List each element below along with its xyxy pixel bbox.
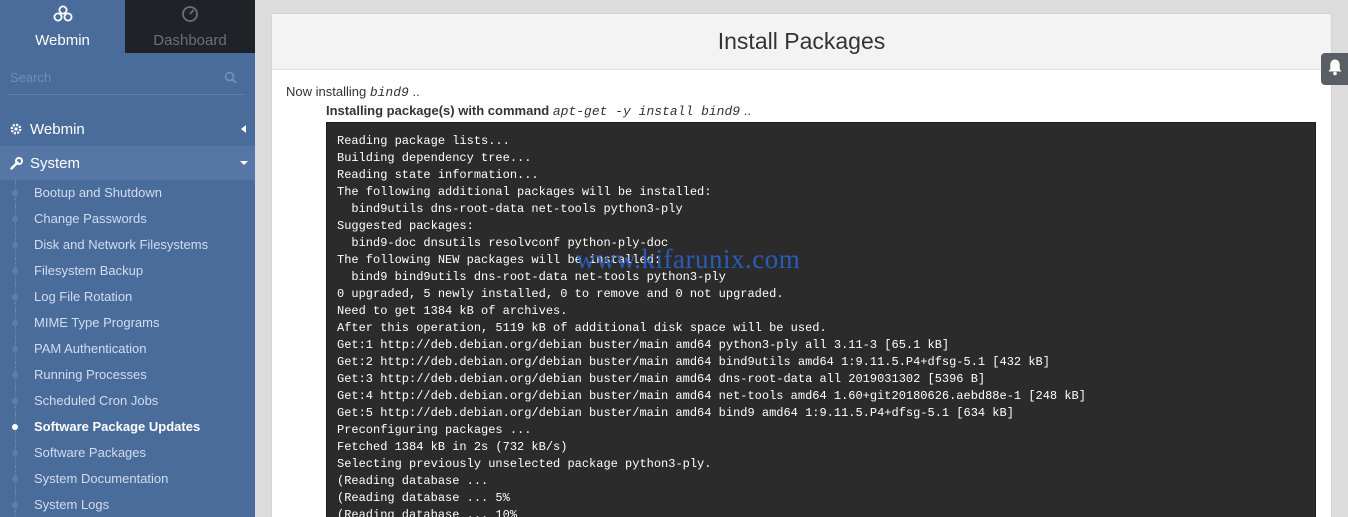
webmin-logo-icon (53, 5, 73, 27)
sidebar-item-filesystem-backup[interactable]: Filesystem Backup (0, 258, 255, 284)
sidebar-item-label: Filesystem Backup (34, 263, 144, 278)
sidebar-section-system[interactable]: System (0, 146, 255, 180)
sidebar-item-disk-and-network-filesystems[interactable]: Disk and Network Filesystems (0, 232, 255, 258)
sidebar-item-label: System Documentation (34, 471, 169, 486)
bullet-icon (12, 268, 18, 274)
sidebar-section-system-label: System (30, 154, 81, 172)
bullet-icon (12, 424, 18, 430)
sidebar-item-label: Bootup and Shutdown (34, 185, 162, 200)
system-submenu: Bootup and Shutdown Change Passwords Disk … (0, 180, 255, 517)
tab-webmin[interactable]: Webmin (0, 0, 125, 53)
dashboard-gauge-icon (181, 5, 199, 27)
gear-icon (10, 123, 30, 135)
package-name: bind9 (369, 85, 409, 100)
sidebar-item-label: PAM Authentication (34, 341, 147, 356)
sidebar-item-software-packages[interactable]: Software Packages (0, 440, 255, 466)
page-title: Install Packages (717, 28, 886, 54)
page-header: Install Packages (272, 14, 1331, 70)
bullet-icon (12, 320, 18, 326)
sidebar-item-label: System Logs (34, 497, 110, 512)
sidebar-item-software-package-updates[interactable]: Software Package Updates (0, 414, 255, 440)
install-command-ellipsis: .. (743, 103, 751, 118)
sidebar-section-webmin[interactable]: Webmin (0, 112, 255, 146)
bullet-icon (12, 294, 18, 300)
bullet-icon (12, 502, 18, 508)
install-command-line: Installing package(s) with command apt-g… (286, 101, 1331, 120)
bullet-icon (12, 372, 18, 378)
sidebar-item-bootup-and-shutdown[interactable]: Bootup and Shutdown (0, 180, 255, 206)
sidebar-item-system-logs[interactable]: System Logs (0, 492, 255, 517)
now-installing-line: Now installing bind9 .. (286, 82, 1331, 101)
sidebar-item-scheduled-cron-jobs[interactable]: Scheduled Cron Jobs (0, 388, 255, 414)
main-panel: Install Packages Now installing bind9 ..… (271, 13, 1332, 517)
terminal-output-box: Reading package lists... Building depend… (326, 122, 1316, 517)
top-navigation: Webmin Dashboard (0, 0, 255, 53)
bullet-icon (12, 346, 18, 352)
install-command: apt-get -y install bind9 (552, 104, 741, 119)
sidebar-item-label: Software Package Updates (34, 419, 201, 434)
sidebar-item-label: Scheduled Cron Jobs (34, 393, 159, 408)
sidebar-item-system-documentation[interactable]: System Documentation (0, 466, 255, 492)
sidebar-section-webmin-label: Webmin (30, 120, 85, 138)
sidebar-search (8, 64, 245, 95)
caret-down-icon (233, 160, 255, 166)
search-icon[interactable] (224, 71, 237, 89)
sidebar-item-label: Change Passwords (34, 211, 147, 226)
sidebar-item-label: Disk and Network Filesystems (34, 237, 209, 252)
bullet-icon (12, 450, 18, 456)
sidebar: Webmin Dashboard W (0, 0, 255, 517)
install-content: Now installing bind9 .. Installing packa… (272, 70, 1331, 517)
now-installing-prefix: Now installing (286, 84, 367, 99)
install-command-prefix: Installing package(s) with command (326, 103, 550, 118)
sidebar-item-label: Log File Rotation (34, 289, 133, 304)
bullet-icon (12, 476, 18, 482)
bell-icon (1327, 58, 1343, 81)
terminal-output: Reading package lists... Building depend… (337, 134, 1086, 517)
sidebar-item-log-file-rotation[interactable]: Log File Rotation (0, 284, 255, 310)
tab-webmin-label: Webmin (35, 32, 90, 49)
bullet-icon (12, 190, 18, 196)
sidebar-item-label: MIME Type Programs (34, 315, 160, 330)
tab-dashboard-label: Dashboard (153, 32, 227, 49)
sidebar-item-mime-type-programs[interactable]: MIME Type Programs (0, 310, 255, 336)
wrench-icon (10, 156, 30, 170)
sidebar-item-label: Software Packages (34, 445, 147, 460)
sidebar-item-change-passwords[interactable]: Change Passwords (0, 206, 255, 232)
sidebar-item-label: Running Processes (34, 367, 147, 382)
now-installing-ellipsis: .. (412, 84, 420, 99)
bullet-icon (12, 242, 18, 248)
bullet-icon (12, 216, 18, 222)
tab-dashboard[interactable]: Dashboard (125, 0, 255, 53)
sidebar-item-pam-authentication[interactable]: PAM Authentication (0, 336, 255, 362)
caret-left-icon (233, 125, 255, 133)
notifications-button[interactable] (1321, 53, 1348, 85)
sidebar-item-running-processes[interactable]: Running Processes (0, 362, 255, 388)
bullet-icon (12, 398, 18, 404)
search-input[interactable] (8, 64, 215, 90)
